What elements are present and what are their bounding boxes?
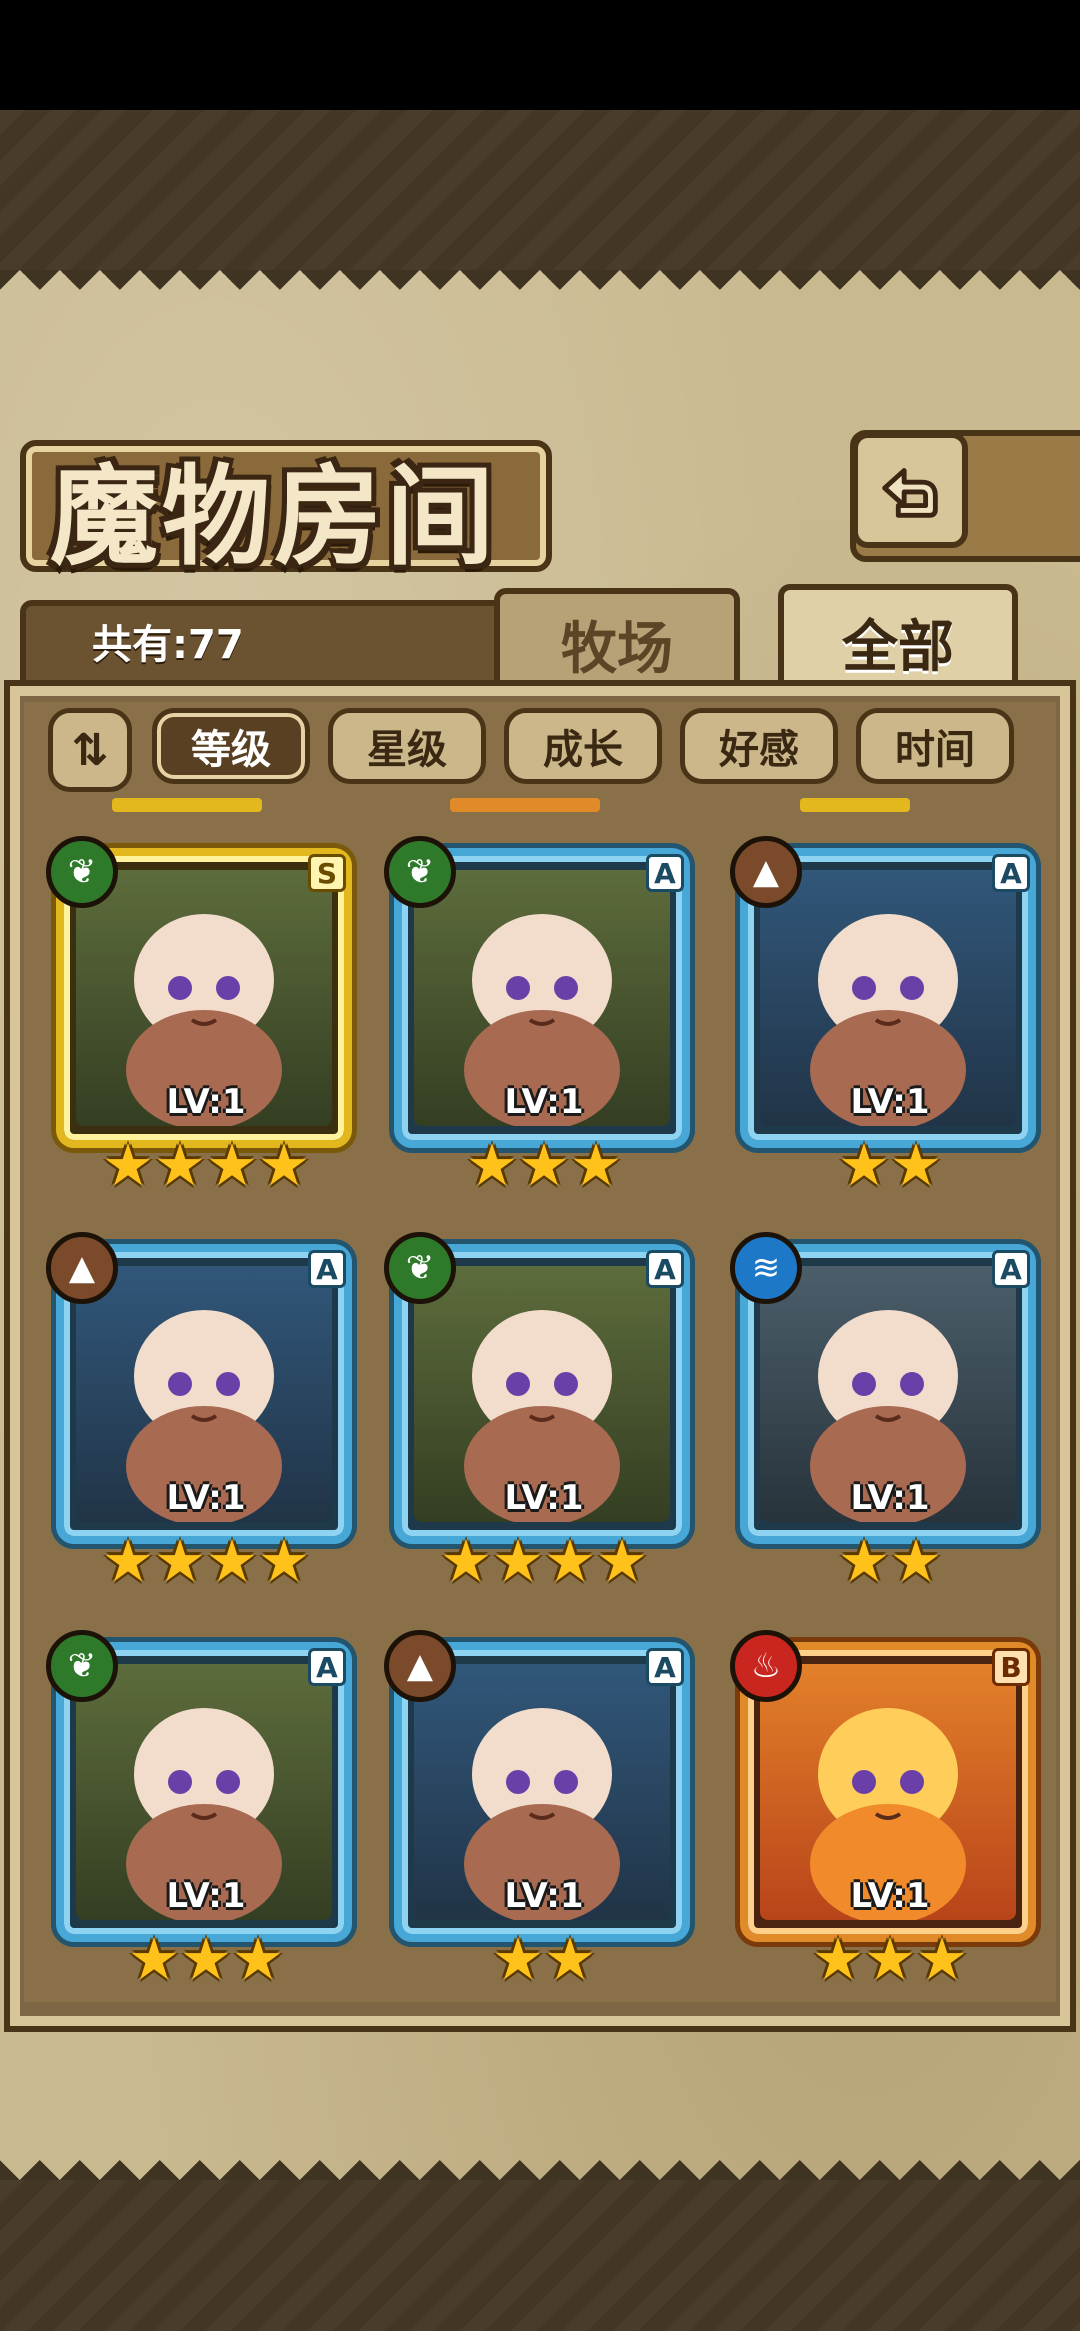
star-icon: ★ <box>128 1925 180 1993</box>
back-button[interactable] <box>852 432 968 548</box>
monster-card[interactable]: ♨ B LV:1 ★ ★ ★ <box>730 1630 1050 1990</box>
previous-row-edge <box>450 798 600 812</box>
leaf-element-icon: ❦ <box>46 1630 118 1702</box>
star-icon: ★ <box>890 1527 942 1595</box>
level-label: LV:1 <box>850 1478 930 1518</box>
star-icon: ★ <box>518 1131 570 1199</box>
monster-card[interactable]: ❦ A LV:1 ★ ★ ★ ★ <box>384 1232 704 1592</box>
tab-all[interactable]: 全部 <box>778 584 1018 694</box>
monster-card[interactable]: ❦ A LV:1 ★ ★ ★ <box>46 1630 366 1990</box>
star-icon: ★ <box>596 1527 648 1595</box>
rank-badge: B <box>992 1648 1030 1686</box>
star-icon: ★ <box>916 1925 968 1993</box>
rank-badge: A <box>992 1250 1030 1288</box>
monster-card[interactable]: ❦ S LV:1 ★ ★ ★ ★ <box>46 836 366 1196</box>
star-icon: ★ <box>492 1925 544 1993</box>
monster-card[interactable]: ≋ A LV:1 ★ ★ <box>730 1232 1050 1592</box>
earth-element-icon: ▲ <box>384 1630 456 1702</box>
star-icon: ★ <box>890 1131 942 1199</box>
sort-button-2[interactable]: 成长 <box>504 708 662 784</box>
star-icon: ★ <box>544 1527 596 1595</box>
level-label: LV:1 <box>850 1876 930 1916</box>
star-icon: ★ <box>440 1527 492 1595</box>
star-icon: ★ <box>544 1925 596 1993</box>
sort-button-1[interactable]: 星级 <box>328 708 486 784</box>
star-icon: ★ <box>154 1527 206 1595</box>
star-icon: ★ <box>570 1131 622 1199</box>
star-rating: ★ ★ ★ <box>730 1930 1050 1990</box>
star-rating: ★ ★ <box>730 1532 1050 1592</box>
star-icon: ★ <box>838 1131 890 1199</box>
star-icon: ★ <box>180 1925 232 1993</box>
zigzag-edge-bottom <box>0 2140 1080 2180</box>
leaf-element-icon: ❦ <box>384 836 456 908</box>
sort-button-0[interactable]: 等级 <box>152 708 310 784</box>
star-icon: ★ <box>154 1131 206 1199</box>
star-rating: ★ ★ ★ <box>384 1136 704 1196</box>
previous-row-edge <box>112 798 262 812</box>
monster-card[interactable]: ▲ A LV:1 ★ ★ <box>730 836 1050 1196</box>
back-arrow-icon <box>882 468 938 518</box>
rank-badge: A <box>646 1250 684 1288</box>
zigzag-edge-top <box>0 270 1080 310</box>
star-icon: ★ <box>258 1527 310 1595</box>
page-title: 魔物房间 <box>50 455 499 580</box>
star-rating: ★ ★ ★ ★ <box>46 1136 366 1196</box>
map-border-bottom <box>0 2180 1080 2331</box>
sort-order-toggle[interactable]: ⇅ <box>48 708 132 792</box>
star-icon: ★ <box>838 1527 890 1595</box>
level-label: LV:1 <box>504 1478 584 1518</box>
star-icon: ★ <box>466 1131 518 1199</box>
sort-button-3[interactable]: 好感 <box>680 708 838 784</box>
status-bar <box>0 0 1080 110</box>
rank-badge: A <box>308 1648 346 1686</box>
star-icon: ★ <box>206 1131 258 1199</box>
star-icon: ★ <box>232 1925 284 1993</box>
star-icon: ★ <box>492 1527 544 1595</box>
earth-element-icon: ▲ <box>730 836 802 908</box>
star-icon: ★ <box>864 1925 916 1993</box>
sort-button-4[interactable]: 时间 <box>856 708 1014 784</box>
star-icon: ★ <box>206 1527 258 1595</box>
monster-count: 共有:77 <box>92 622 244 668</box>
tab-ranch[interactable]: 牧场 <box>494 588 740 694</box>
leaf-element-icon: ❦ <box>46 836 118 908</box>
level-label: LV:1 <box>504 1082 584 1122</box>
previous-row-edge <box>800 798 910 812</box>
earth-element-icon: ▲ <box>46 1232 118 1304</box>
rank-badge: A <box>646 1648 684 1686</box>
level-label: LV:1 <box>166 1082 246 1122</box>
monster-card[interactable]: ❦ A LV:1 ★ ★ ★ <box>384 836 704 1196</box>
map-border-top <box>0 110 1080 270</box>
rank-badge: A <box>308 1250 346 1288</box>
star-icon: ★ <box>812 1925 864 1993</box>
water-element-icon: ≋ <box>730 1232 802 1304</box>
rank-badge: S <box>308 854 346 892</box>
fire-element-icon: ♨ <box>730 1630 802 1702</box>
star-rating: ★ ★ ★ <box>46 1930 366 1990</box>
level-label: LV:1 <box>166 1478 246 1518</box>
rank-badge: A <box>992 854 1030 892</box>
level-label: LV:1 <box>850 1082 930 1122</box>
star-rating: ★ ★ <box>730 1136 1050 1196</box>
leaf-element-icon: ❦ <box>384 1232 456 1304</box>
star-rating: ★ ★ <box>384 1930 704 1990</box>
monster-card[interactable]: ▲ A LV:1 ★ ★ ★ ★ <box>46 1232 366 1592</box>
rank-badge: A <box>646 854 684 892</box>
level-label: LV:1 <box>504 1876 584 1916</box>
level-label: LV:1 <box>166 1876 246 1916</box>
sort-toggle-icon: ⇅ <box>71 724 109 776</box>
star-icon: ★ <box>102 1527 154 1595</box>
star-icon: ★ <box>258 1131 310 1199</box>
star-icon: ★ <box>102 1131 154 1199</box>
monster-card[interactable]: ▲ A LV:1 ★ ★ <box>384 1630 704 1990</box>
star-rating: ★ ★ ★ ★ <box>46 1532 366 1592</box>
star-rating: ★ ★ ★ ★ <box>384 1532 704 1592</box>
